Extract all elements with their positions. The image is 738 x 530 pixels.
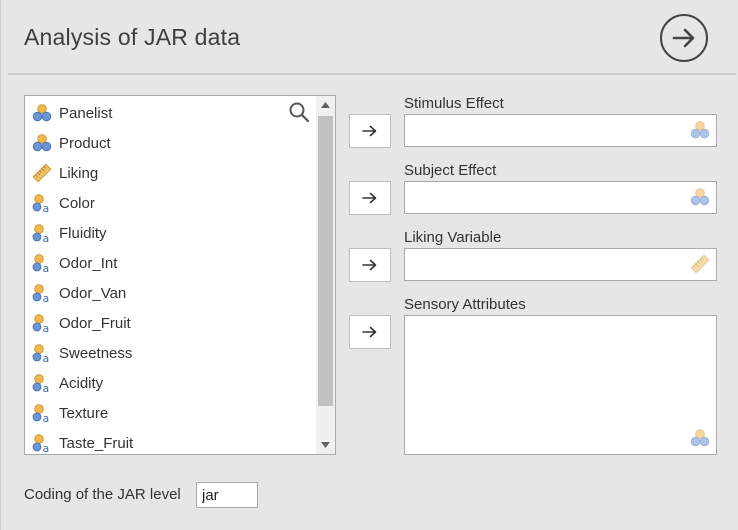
panel-edge	[0, 0, 1, 530]
nominal-text-icon: a	[31, 432, 53, 454]
run-button[interactable]	[660, 14, 708, 62]
variable-item-label: Panelist	[59, 104, 113, 122]
continuous-ruler-icon	[31, 162, 53, 184]
coding-label: Coding of the JAR level	[24, 486, 181, 503]
nominal-text-icon: a	[31, 282, 53, 304]
scroll-thumb[interactable]	[318, 116, 333, 406]
variable-item-label: Liking	[59, 164, 99, 182]
variable-list-scrollbar[interactable]	[316, 96, 335, 454]
subject-effect-label: Subject Effect	[404, 162, 497, 179]
svg-text:a: a	[43, 412, 50, 423]
svg-text:a: a	[43, 382, 50, 393]
move-to-subject-effect-button[interactable]	[349, 181, 391, 215]
variable-item-label: Odor_Van	[59, 284, 127, 302]
variable-item[interactable]: a Texture	[31, 399, 108, 427]
caret-down-icon	[321, 442, 330, 448]
variable-item-label: Sweetness	[59, 344, 133, 362]
variable-item[interactable]: a Taste_Fruit	[31, 429, 134, 454]
variable-item-label: Product	[59, 134, 111, 152]
variable-item-label: Acidity	[59, 374, 104, 392]
move-to-sensory-attributes-button[interactable]	[349, 315, 391, 349]
svg-text:a: a	[43, 262, 50, 273]
arrow-right-icon	[362, 192, 377, 204]
arrow-right-icon	[362, 259, 377, 271]
variable-item[interactable]: a Fluidity	[31, 219, 107, 247]
stimulus-effect-label: Stimulus Effect	[404, 95, 504, 112]
move-to-stimulus-effect-button[interactable]	[349, 114, 391, 148]
svg-text:a: a	[43, 232, 50, 243]
variable-item-label: Taste_Fruit	[59, 434, 134, 452]
sensory-attributes-dropbox[interactable]	[404, 315, 717, 455]
arrow-right-circle-icon	[672, 28, 695, 48]
nominal-factor-icon	[689, 186, 711, 208]
svg-text:a: a	[43, 352, 50, 363]
title-divider	[8, 73, 736, 75]
scroll-up-button[interactable]	[316, 96, 335, 114]
nominal-text-icon: a	[31, 342, 53, 364]
svg-text:a: a	[43, 202, 50, 213]
nominal-factor-icon	[689, 119, 711, 141]
nominal-text-icon: a	[31, 372, 53, 394]
variable-item[interactable]: Panelist	[31, 99, 112, 127]
nominal-text-icon: a	[31, 222, 53, 244]
nominal-text-icon: a	[31, 402, 53, 424]
subject-effect-dropbox[interactable]	[404, 181, 717, 214]
svg-text:a: a	[43, 442, 50, 453]
sensory-attributes-label: Sensory Attributes	[404, 296, 526, 313]
variable-item[interactable]: a Acidity	[31, 369, 103, 397]
variable-item[interactable]: Product	[31, 129, 111, 157]
coding-input[interactable]	[196, 482, 258, 508]
stimulus-effect-dropbox[interactable]	[404, 114, 717, 147]
continuous-ruler-icon	[689, 253, 711, 275]
nominal-text-icon: a	[31, 192, 53, 214]
variable-item[interactable]: a Sweetness	[31, 339, 132, 367]
variable-item-label: Texture	[59, 404, 109, 422]
move-to-liking-variable-button[interactable]	[349, 248, 391, 282]
scroll-down-button[interactable]	[316, 436, 335, 454]
svg-text:a: a	[43, 322, 50, 333]
variable-item[interactable]: a Odor_Int	[31, 249, 117, 277]
nominal-text-icon: a	[31, 312, 53, 334]
variable-item[interactable]: a Odor_Van	[31, 279, 126, 307]
variable-item[interactable]: a Color	[31, 189, 95, 217]
nominal-factor-icon	[689, 427, 711, 449]
variable-item[interactable]: Liking	[31, 159, 98, 187]
liking-variable-label: Liking Variable	[404, 229, 502, 246]
variable-item[interactable]: a Odor_Fruit	[31, 309, 131, 337]
svg-text:a: a	[43, 292, 50, 303]
nominal-factor-icon	[31, 102, 53, 124]
search-icon[interactable]	[288, 101, 310, 123]
variable-item-label: Odor_Int	[59, 254, 118, 272]
variable-list[interactable]: Panelist Product Liking a Color a Fluidity…	[24, 95, 336, 455]
variable-item-label: Color	[59, 194, 95, 212]
page-title: Analysis of JAR data	[24, 24, 241, 50]
nominal-text-icon: a	[31, 252, 53, 274]
arrow-right-icon	[362, 125, 377, 137]
arrow-right-icon	[362, 326, 377, 338]
caret-up-icon	[321, 102, 330, 108]
variable-item-label: Fluidity	[59, 224, 107, 242]
liking-variable-dropbox[interactable]	[404, 248, 717, 281]
variable-item-label: Odor_Fruit	[59, 314, 131, 332]
nominal-factor-icon	[31, 132, 53, 154]
